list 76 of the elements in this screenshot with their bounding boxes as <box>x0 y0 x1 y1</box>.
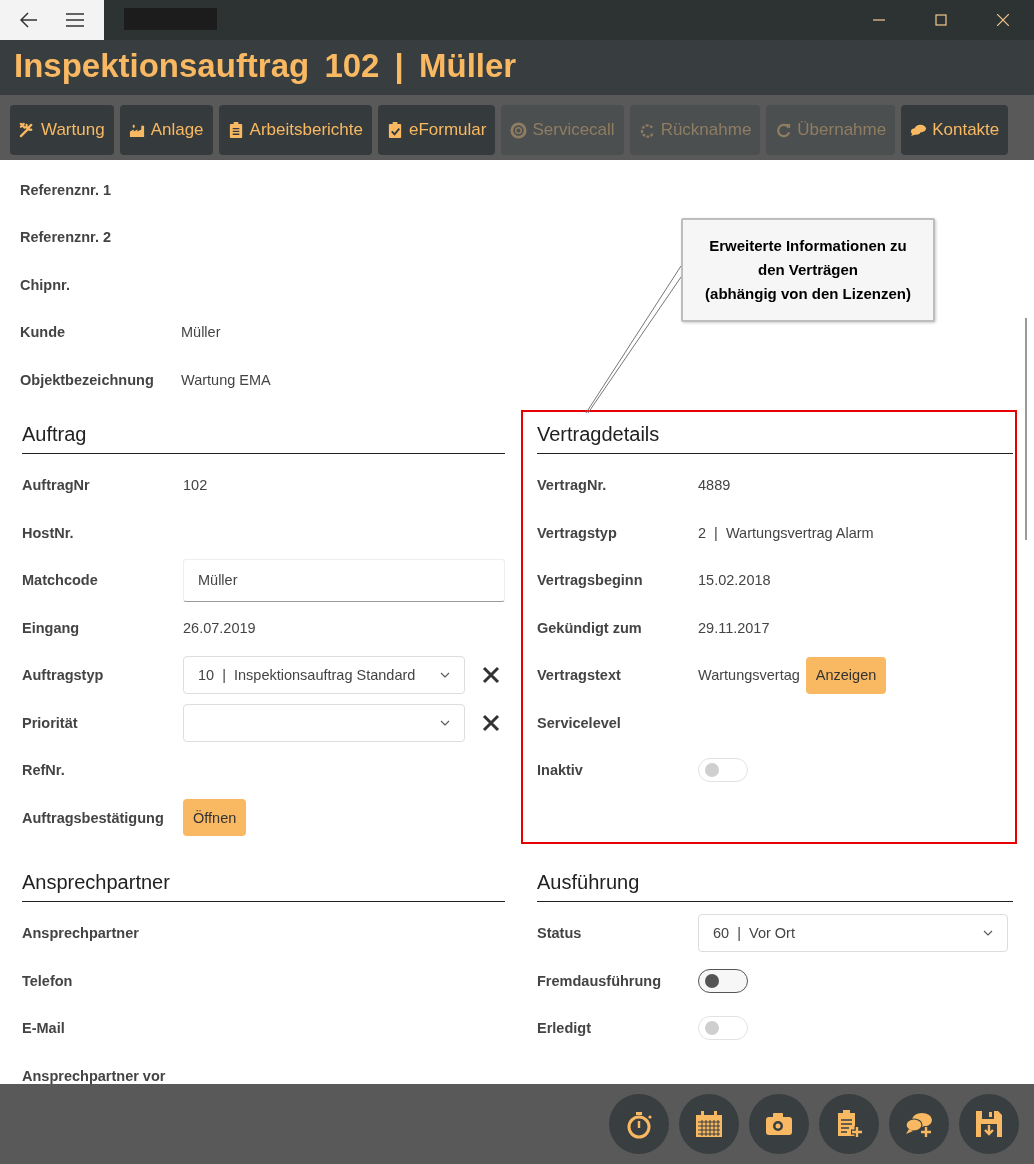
section-heading: Ausführung <box>537 869 640 895</box>
field-label: Status <box>537 925 583 942</box>
field-label: Eingang <box>22 619 81 636</box>
field-label: Matchcode <box>22 572 99 589</box>
field-label: Servicelevel <box>537 714 622 731</box>
chevron-down-icon <box>440 672 450 679</box>
chevron-down-icon <box>983 930 993 937</box>
section-heading: Vertragdetails <box>537 421 660 447</box>
action-button[interactable] <box>819 1094 879 1154</box>
field-value: 2 | Wartungsvertrag Alarm <box>698 524 874 541</box>
field-value: Müller <box>181 324 221 341</box>
scrollbar[interactable] <box>1025 318 1027 540</box>
spinner-icon <box>638 121 656 139</box>
field-label: Vertragstyp <box>537 524 618 541</box>
field-label: Inaktiv <box>537 762 584 779</box>
clipboard-check-icon <box>386 121 404 139</box>
field-label: Referenznr. 2 <box>20 229 113 246</box>
section-heading: Ansprechpartner <box>22 869 170 895</box>
close-icon <box>482 713 500 732</box>
action-button[interactable] <box>609 1094 669 1154</box>
back-arrow-icon <box>20 12 38 28</box>
toolbar-button[interactable]: Arbeitsberichte <box>218 105 372 155</box>
chevron-down-icon <box>440 719 450 726</box>
field-label: Ansprechpartner vor <box>22 1067 167 1084</box>
field-label: Ansprechpartner <box>22 925 140 942</box>
field-label: RefNr. <box>22 762 66 779</box>
lifebuoy-icon <box>510 121 528 139</box>
action-button[interactable] <box>679 1094 739 1154</box>
show-button[interactable]: Anzeigen <box>805 656 887 694</box>
open-button[interactable]: Öffnen <box>183 799 247 837</box>
field-label: Objektbezeichnung <box>20 371 155 388</box>
field-label: Kunde <box>20 324 67 341</box>
page-title: Inspektionsauftrag 102 | Müller <box>14 47 517 85</box>
field-label: Gekündigt zum <box>537 619 643 636</box>
dropdown[interactable]: 60 | Vor Ort <box>698 914 1008 953</box>
menu-icon <box>66 13 84 27</box>
callout-note: Erweiterte Informationen zu den Verträgen (abhängig von den Lizenzen) <box>681 218 935 322</box>
field-value: 102 <box>183 477 208 494</box>
field-value: 29.11.2017 <box>698 619 770 636</box>
field-label: Vertragsbeginn <box>537 572 644 589</box>
toolbar-button[interactable]: eFormular <box>377 105 496 155</box>
dropdown[interactable]: 10 | Inspektionsauftrag Standard <box>183 656 465 695</box>
action-button[interactable] <box>959 1094 1019 1154</box>
field-value: 4889 <box>698 477 731 494</box>
action-button[interactable] <box>749 1094 809 1154</box>
refresh-icon <box>775 121 793 139</box>
field-label: Priorität <box>22 714 79 731</box>
toolbar-button[interactable]: Kontakte <box>901 105 1009 155</box>
maximize-icon <box>935 14 947 26</box>
close-icon <box>997 14 1009 26</box>
save-icon <box>974 1109 1004 1139</box>
field-value: 15.02.2018 <box>698 572 771 589</box>
calendar-icon <box>694 1109 724 1139</box>
action-button[interactable] <box>889 1094 949 1154</box>
field-label: Erledigt <box>537 1020 592 1037</box>
field-label: VertragNr. <box>537 477 608 494</box>
field-value: 26.07.2019 <box>183 619 256 636</box>
section-heading: Auftrag <box>22 421 87 447</box>
close-icon <box>482 666 500 685</box>
toggle-switch[interactable] <box>698 968 748 993</box>
field-label: Referenznr. 1 <box>20 181 113 198</box>
field-label: Auftragsbestätigung <box>22 809 165 826</box>
field-label: Auftragstyp <box>22 667 105 684</box>
toolbar-button[interactable]: Anlage <box>119 105 213 155</box>
field-label: E-Mail <box>22 1020 66 1037</box>
field-label: Fremdausführung <box>537 972 663 989</box>
field-label: Telefon <box>22 972 74 989</box>
field-value: Wartung EMA <box>181 371 271 388</box>
field-label: Vertragstext <box>537 667 622 684</box>
field-value: Wartungsvertag <box>698 667 800 684</box>
field-label: Chipnr. <box>20 276 71 293</box>
input-field[interactable]: Müller <box>183 558 505 602</box>
field-label: AuftragNr <box>22 477 91 494</box>
field-label: HostNr. <box>22 524 75 541</box>
toolbar-button[interactable]: Wartung <box>10 105 114 155</box>
clipboard-icon <box>227 121 245 139</box>
